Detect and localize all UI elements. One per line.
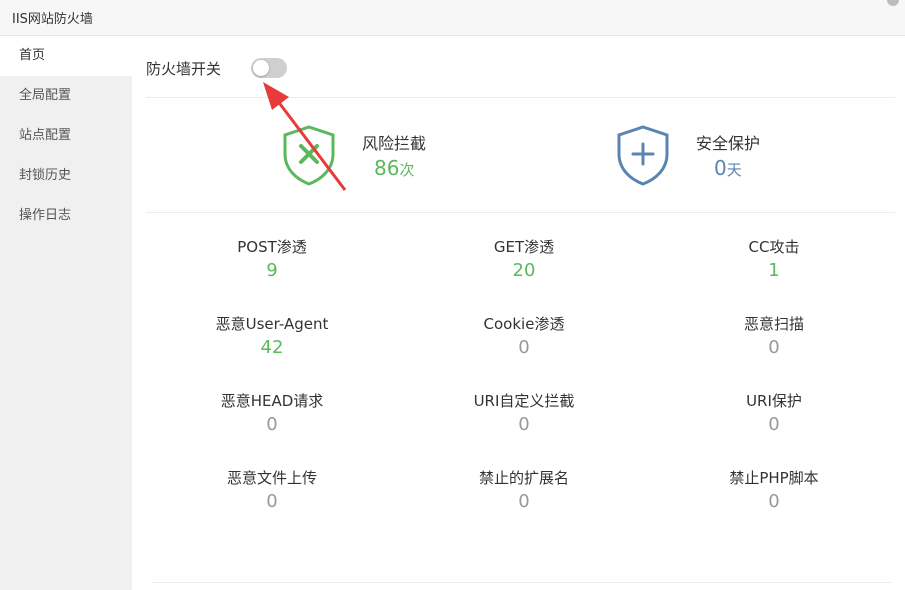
stat-value: 0: [768, 414, 780, 435]
stat-value: 0: [266, 414, 278, 435]
stat-label: 恶意扫描: [743, 315, 804, 333]
risk-intercept-count: 86: [374, 156, 400, 180]
window-titlebar: IIS网站防火墙: [0, 0, 905, 36]
sidebar: 首页 全局配置 站点配置 封锁历史 操作日志: [0, 36, 132, 590]
stat-value: 0: [768, 337, 780, 358]
stat-label: GET渗透: [493, 238, 555, 256]
stat-value: 0: [518, 491, 530, 512]
stat-value: 0: [518, 414, 530, 435]
stat-label: URI保护: [746, 392, 802, 410]
sidebar-item-label: 全局配置: [19, 88, 72, 103]
stat-cell: URI保护 0: [649, 390, 899, 438]
sidebar-item-label: 站点配置: [19, 128, 72, 143]
stat-label: 恶意文件上传: [226, 469, 317, 487]
stat-value: 0: [518, 337, 530, 358]
sidebar-item-global-config[interactable]: 全局配置: [0, 76, 132, 116]
stat-cell: URI自定义拦截 0: [399, 390, 649, 438]
stat-label: 禁止的扩展名: [478, 469, 569, 487]
stat-label: 禁止PHP脚本: [729, 469, 819, 487]
stat-cell: 禁止的扩展名 0: [399, 467, 649, 515]
stat-cell: 恶意User-Agent 42: [147, 313, 397, 361]
stat-value: 0: [768, 491, 780, 512]
shield-x-icon: [283, 125, 335, 186]
stat-value: 9: [266, 260, 278, 281]
divider: [146, 97, 895, 98]
sidebar-item-operation-log[interactable]: 操作日志: [0, 196, 132, 236]
stat-cell: GET渗透 20: [399, 236, 649, 284]
stat-label: 恶意HEAD请求: [220, 392, 324, 410]
stat-cell: 禁止PHP脚本 0: [649, 467, 899, 515]
security-protection-unit: 天: [726, 161, 742, 179]
sidebar-item-label: 首页: [19, 48, 46, 63]
sidebar-item-home[interactable]: 首页: [0, 36, 132, 76]
stat-label: Cookie渗透: [483, 315, 565, 333]
stat-label: POST渗透: [237, 238, 307, 256]
shield-plus-icon: [617, 125, 669, 186]
stat-label: CC攻击: [748, 238, 800, 256]
stat-cell: CC攻击 1: [649, 236, 899, 284]
risk-intercept-unit: 次: [399, 161, 415, 179]
stat-label: URI自定义拦截: [473, 392, 575, 410]
stat-value: 0: [266, 491, 278, 512]
stat-cell: 恶意扫描 0: [649, 313, 899, 361]
stat-value: 1: [768, 260, 780, 281]
stat-value: 20: [512, 260, 536, 281]
stat-cell: 恶意文件上传 0: [147, 467, 397, 515]
security-protection-value: 0天: [714, 156, 742, 180]
toggle-knob: [253, 60, 269, 76]
firewall-toggle[interactable]: [251, 58, 287, 78]
window-close-icon[interactable]: [887, 0, 899, 6]
stat-value: 42: [260, 337, 284, 358]
stat-cell: POST渗透 9: [147, 236, 397, 284]
security-protection-count: 0: [714, 156, 727, 180]
divider: [146, 212, 895, 213]
risk-intercept-title: 风险拦截: [362, 134, 427, 153]
divider: [152, 582, 892, 583]
sidebar-item-site-config[interactable]: 站点配置: [0, 116, 132, 156]
risk-intercept-value: 86次: [374, 156, 414, 180]
firewall-switch-label: 防火墙开关: [146, 60, 222, 78]
stat-label: 恶意User-Agent: [215, 315, 329, 333]
sidebar-item-label: 封锁历史: [19, 168, 72, 183]
stat-cell: Cookie渗透 0: [399, 313, 649, 361]
sidebar-item-block-history[interactable]: 封锁历史: [0, 156, 132, 196]
sidebar-item-label: 操作日志: [19, 208, 72, 223]
stat-cell: 恶意HEAD请求 0: [147, 390, 397, 438]
window-title: IIS网站防火墙: [12, 12, 93, 27]
security-protection-title: 安全保护: [696, 134, 761, 153]
main-content: 防火墙开关 风险拦截 86次 安全保护 0天 POST渗透 9 GET渗透 20 CC攻…: [132, 36, 905, 590]
